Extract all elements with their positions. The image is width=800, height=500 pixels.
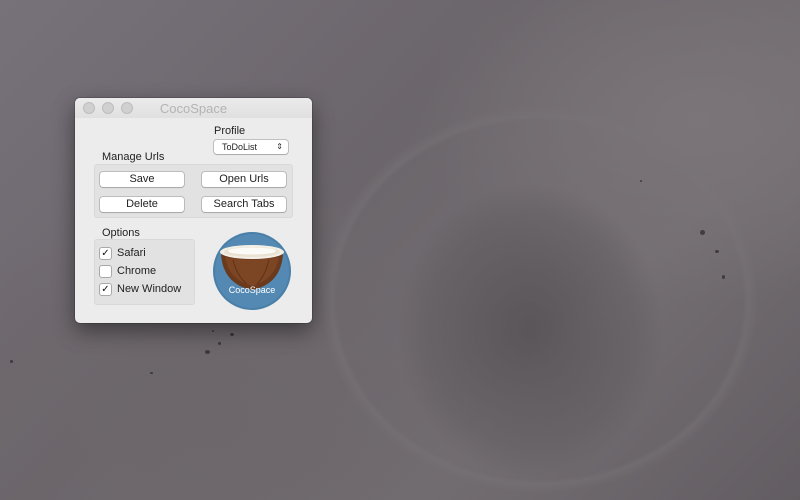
new-window-checkbox[interactable]: ✓ [100,284,111,295]
coconut-icon: CocoSpace [213,232,291,310]
options-label: Options [102,227,140,239]
title-bar[interactable]: CocoSpace [75,98,312,118]
safari-checkbox[interactable]: ✓ [100,248,111,259]
profile-label: Profile [214,125,246,137]
profile-select[interactable]: ToDoList ⇕ [214,140,288,154]
profile-select-value: ToDoList [222,142,258,152]
new-window-label: New Window [117,283,182,295]
window-title: CocoSpace [159,101,228,116]
checkmark-icon: ✓ [101,248,110,259]
chrome-checkbox[interactable] [100,266,111,277]
save-button[interactable]: Save [100,172,184,187]
checkmark-icon: ✓ [101,284,110,295]
logo-text: CocoSpace [229,285,276,295]
safari-label: Safari [117,247,146,259]
search-tabs-button[interactable]: Search Tabs [202,197,286,212]
manage-urls-label: Manage Urls [102,151,165,163]
chevron-updown-icon: ⇕ [276,142,283,151]
delete-button[interactable]: Delete [100,197,184,212]
cocospace-logo: CocoSpace [213,232,291,310]
manage-urls-group: Save Open Urls Delete Search Tabs [94,164,293,218]
cocospace-window: CocoSpace Profile ToDoList ⇕ Manage Urls… [75,98,312,323]
chrome-label: Chrome [117,265,157,277]
open-urls-button[interactable]: Open Urls [202,172,286,187]
